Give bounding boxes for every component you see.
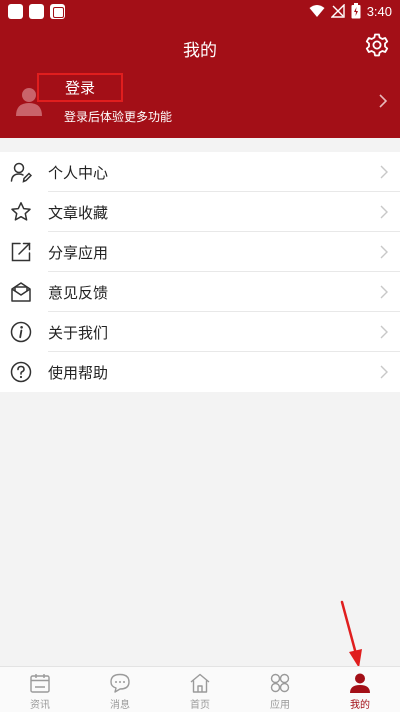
login-subtitle: 登录后体验更多功能: [64, 110, 173, 124]
chevron-right-icon: [380, 325, 388, 339]
settings-gear-icon[interactable]: [364, 32, 390, 58]
chevron-right-icon: [380, 245, 388, 259]
tab-news[interactable]: 资讯: [0, 667, 80, 712]
no-signal-icon: [330, 4, 345, 18]
menu-item-share-app[interactable]: 分享应用: [0, 232, 400, 272]
apps-icon: [270, 673, 290, 693]
chevron-right-icon: [380, 205, 388, 219]
wifi-icon: [309, 5, 325, 17]
chevron-right-icon: [380, 365, 388, 379]
menu-item-label: 使用帮助: [48, 364, 109, 382]
menu-item-label: 个人中心: [48, 164, 109, 182]
tab-home[interactable]: 首页: [160, 667, 240, 712]
menu-item-feedback[interactable]: 意见反馈: [0, 272, 400, 312]
status-bar: 3:40: [0, 0, 400, 24]
chevron-right-icon: [379, 94, 388, 108]
login-label: 登录: [64, 79, 95, 97]
calendar-icon: [30, 674, 50, 693]
notification-photo-icon: [50, 4, 65, 19]
page-title: 我的: [183, 41, 217, 61]
tab-label: 应用: [270, 700, 290, 711]
info-icon: [10, 321, 32, 343]
battery-icon: [351, 3, 361, 19]
tab-apps[interactable]: 应用: [240, 667, 320, 712]
tab-messages[interactable]: 消息: [80, 667, 160, 712]
profile-login-row[interactable]: 登录 登录后体验更多功能: [0, 72, 400, 134]
login-button[interactable]: 登录: [37, 73, 123, 102]
menu-item-label: 意见反馈: [48, 284, 109, 302]
bottom-nav: 资讯 消息 首页 应用 我的: [0, 666, 400, 712]
clock: 3:40: [366, 3, 392, 19]
system-icons: 3:40: [309, 3, 392, 19]
chevron-right-icon: [380, 165, 388, 179]
header: 我的 登录 登录后体验更多功能: [0, 24, 400, 138]
tab-label: 资讯: [30, 700, 50, 711]
menu-item-personal-center[interactable]: 个人中心: [0, 152, 400, 192]
chevron-right-icon: [380, 285, 388, 299]
person-icon: [350, 673, 370, 693]
annotation-arrow: [340, 600, 362, 668]
tab-label: 我的: [350, 700, 370, 711]
menu-item-help[interactable]: 使用帮助: [0, 352, 400, 392]
user-edit-icon: [10, 162, 32, 183]
menu-item-label: 文章收藏: [48, 204, 109, 222]
notification-square-icon: [29, 4, 44, 19]
tab-mine[interactable]: 我的: [320, 667, 400, 712]
notification-icons: [8, 4, 65, 19]
help-icon: [10, 361, 32, 383]
notification-square-icon: [8, 4, 23, 19]
chat-icon: [110, 673, 130, 693]
menu-item-label: 关于我们: [48, 324, 109, 342]
home-icon: [190, 673, 210, 693]
feedback-icon: [11, 282, 31, 302]
share-icon: [11, 242, 31, 262]
menu-item-about-us[interactable]: 关于我们: [0, 312, 400, 352]
menu-item-label: 分享应用: [48, 244, 109, 262]
star-icon: [11, 202, 31, 221]
tab-label: 消息: [110, 700, 130, 711]
tab-label: 首页: [190, 700, 210, 711]
settings-menu: 个人中心 文章收藏 分享应用 意见反馈 关于我们 使用帮助: [0, 152, 400, 392]
menu-item-favorites[interactable]: 文章收藏: [0, 192, 400, 232]
